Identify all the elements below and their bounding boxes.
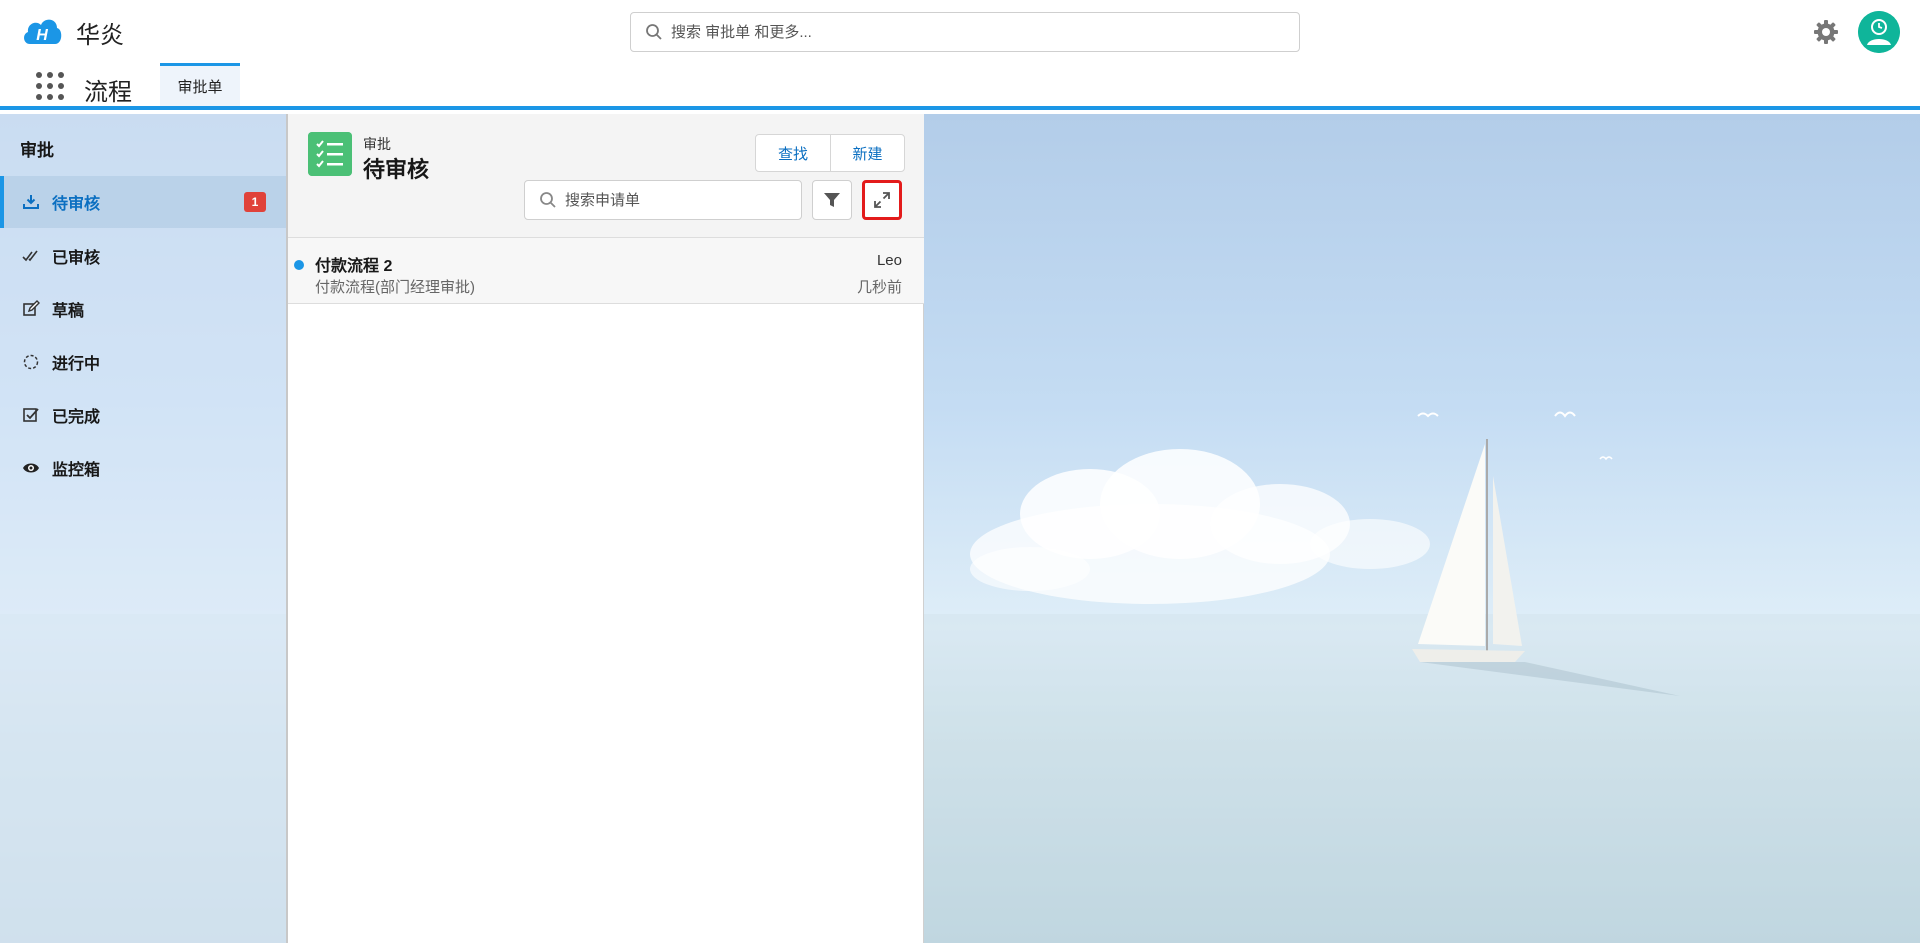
object-subtitle: 审批 <box>363 136 391 152</box>
count-badge: 1 <box>244 192 266 212</box>
global-search-input[interactable] <box>671 23 1271 41</box>
find-button[interactable]: 查找 <box>756 135 830 171</box>
list-search-input[interactable] <box>565 191 795 209</box>
brand-name: 华炎 <box>76 22 124 49</box>
app-launcher-dot <box>36 83 42 89</box>
sidebar-item-pending[interactable]: 待审核 1 <box>0 176 286 228</box>
sidebar-item-reviewed[interactable]: 已审核 <box>0 230 286 282</box>
edit-icon <box>23 300 40 316</box>
gear-icon[interactable] <box>1812 18 1840 46</box>
app-launcher[interactable] <box>36 72 64 100</box>
eye-icon <box>23 463 39 473</box>
sidebar-item-label: 已审核 <box>52 250 101 267</box>
search-icon <box>646 24 662 40</box>
expand-icon <box>874 192 890 208</box>
double-check-icon <box>22 250 38 262</box>
sidebar-item-label: 进行中 <box>52 356 101 373</box>
logo-icon[interactable]: H <box>20 10 64 54</box>
sidebar-item-label: 监控箱 <box>52 462 101 479</box>
app-launcher-dot <box>47 94 53 100</box>
sidebar-item-monitor[interactable]: 监控箱 <box>0 442 286 494</box>
filter-icon <box>824 193 840 207</box>
sidebar-item-completed[interactable]: 已完成 <box>0 389 286 441</box>
app-launcher-dot <box>58 72 64 78</box>
new-button[interactable]: 新建 <box>830 135 904 171</box>
expand-button[interactable] <box>862 180 902 220</box>
checklist-icon <box>308 132 352 176</box>
filter-button[interactable] <box>812 180 852 220</box>
list-header: 审批 待审核 查找 新建 <box>288 114 924 238</box>
checkbox-icon <box>23 408 39 422</box>
record-time: 几秒前 <box>856 279 902 296</box>
inbox-download-icon <box>23 195 39 209</box>
spinner-icon <box>23 354 39 370</box>
sidebar-item-label: 已完成 <box>52 409 101 426</box>
list-panel: 审批 待审核 查找 新建 搜索申请单 付款流程 2 付款流程(部门经理审批) L… <box>288 114 924 943</box>
record-subtitle: 付款流程(部门经理审批) <box>315 279 475 296</box>
app-launcher-dot <box>47 83 53 89</box>
app-launcher-dot <box>36 94 42 100</box>
sidebar-item-drafts[interactable]: 草稿 <box>0 283 286 335</box>
search-icon <box>540 192 556 208</box>
sidebar-item-label: 待审核 <box>52 196 101 213</box>
record-owner: Leo <box>876 252 902 269</box>
svg-text:H: H <box>36 27 48 44</box>
sidebar-title: 审批 <box>20 141 54 160</box>
sidebar: 审批 待审核 1 已审核 草稿 进行中 已完成 监控箱 <box>0 114 288 943</box>
record-title[interactable]: 付款流程 2 <box>315 252 392 276</box>
app-launcher-dot <box>47 72 53 78</box>
app-launcher-dot <box>58 94 64 100</box>
list-search[interactable] <box>524 180 802 220</box>
sidebar-item-label: 草稿 <box>52 303 85 320</box>
page-title: 待审核 <box>363 157 430 182</box>
unread-indicator <box>294 260 304 270</box>
avatar[interactable] <box>1858 11 1900 53</box>
tab-approval-forms[interactable]: 审批单 <box>160 63 240 106</box>
app-launcher-dot <box>36 72 42 78</box>
action-button-group: 查找 新建 <box>755 134 905 172</box>
list-item[interactable]: 付款流程 2 付款流程(部门经理审批) Leo 几秒前 <box>288 238 924 304</box>
sidebar-item-in-progress[interactable]: 进行中 <box>0 336 286 388</box>
global-header: H 华炎 流程 审批单 <box>0 0 1920 110</box>
global-search[interactable] <box>630 12 1300 52</box>
app-name: 流程 <box>84 79 132 106</box>
app-launcher-dot <box>58 83 64 89</box>
main-content: 审批 待审核 1 已审核 草稿 进行中 已完成 监控箱 审批 待审核 查找 新建… <box>0 114 1920 943</box>
